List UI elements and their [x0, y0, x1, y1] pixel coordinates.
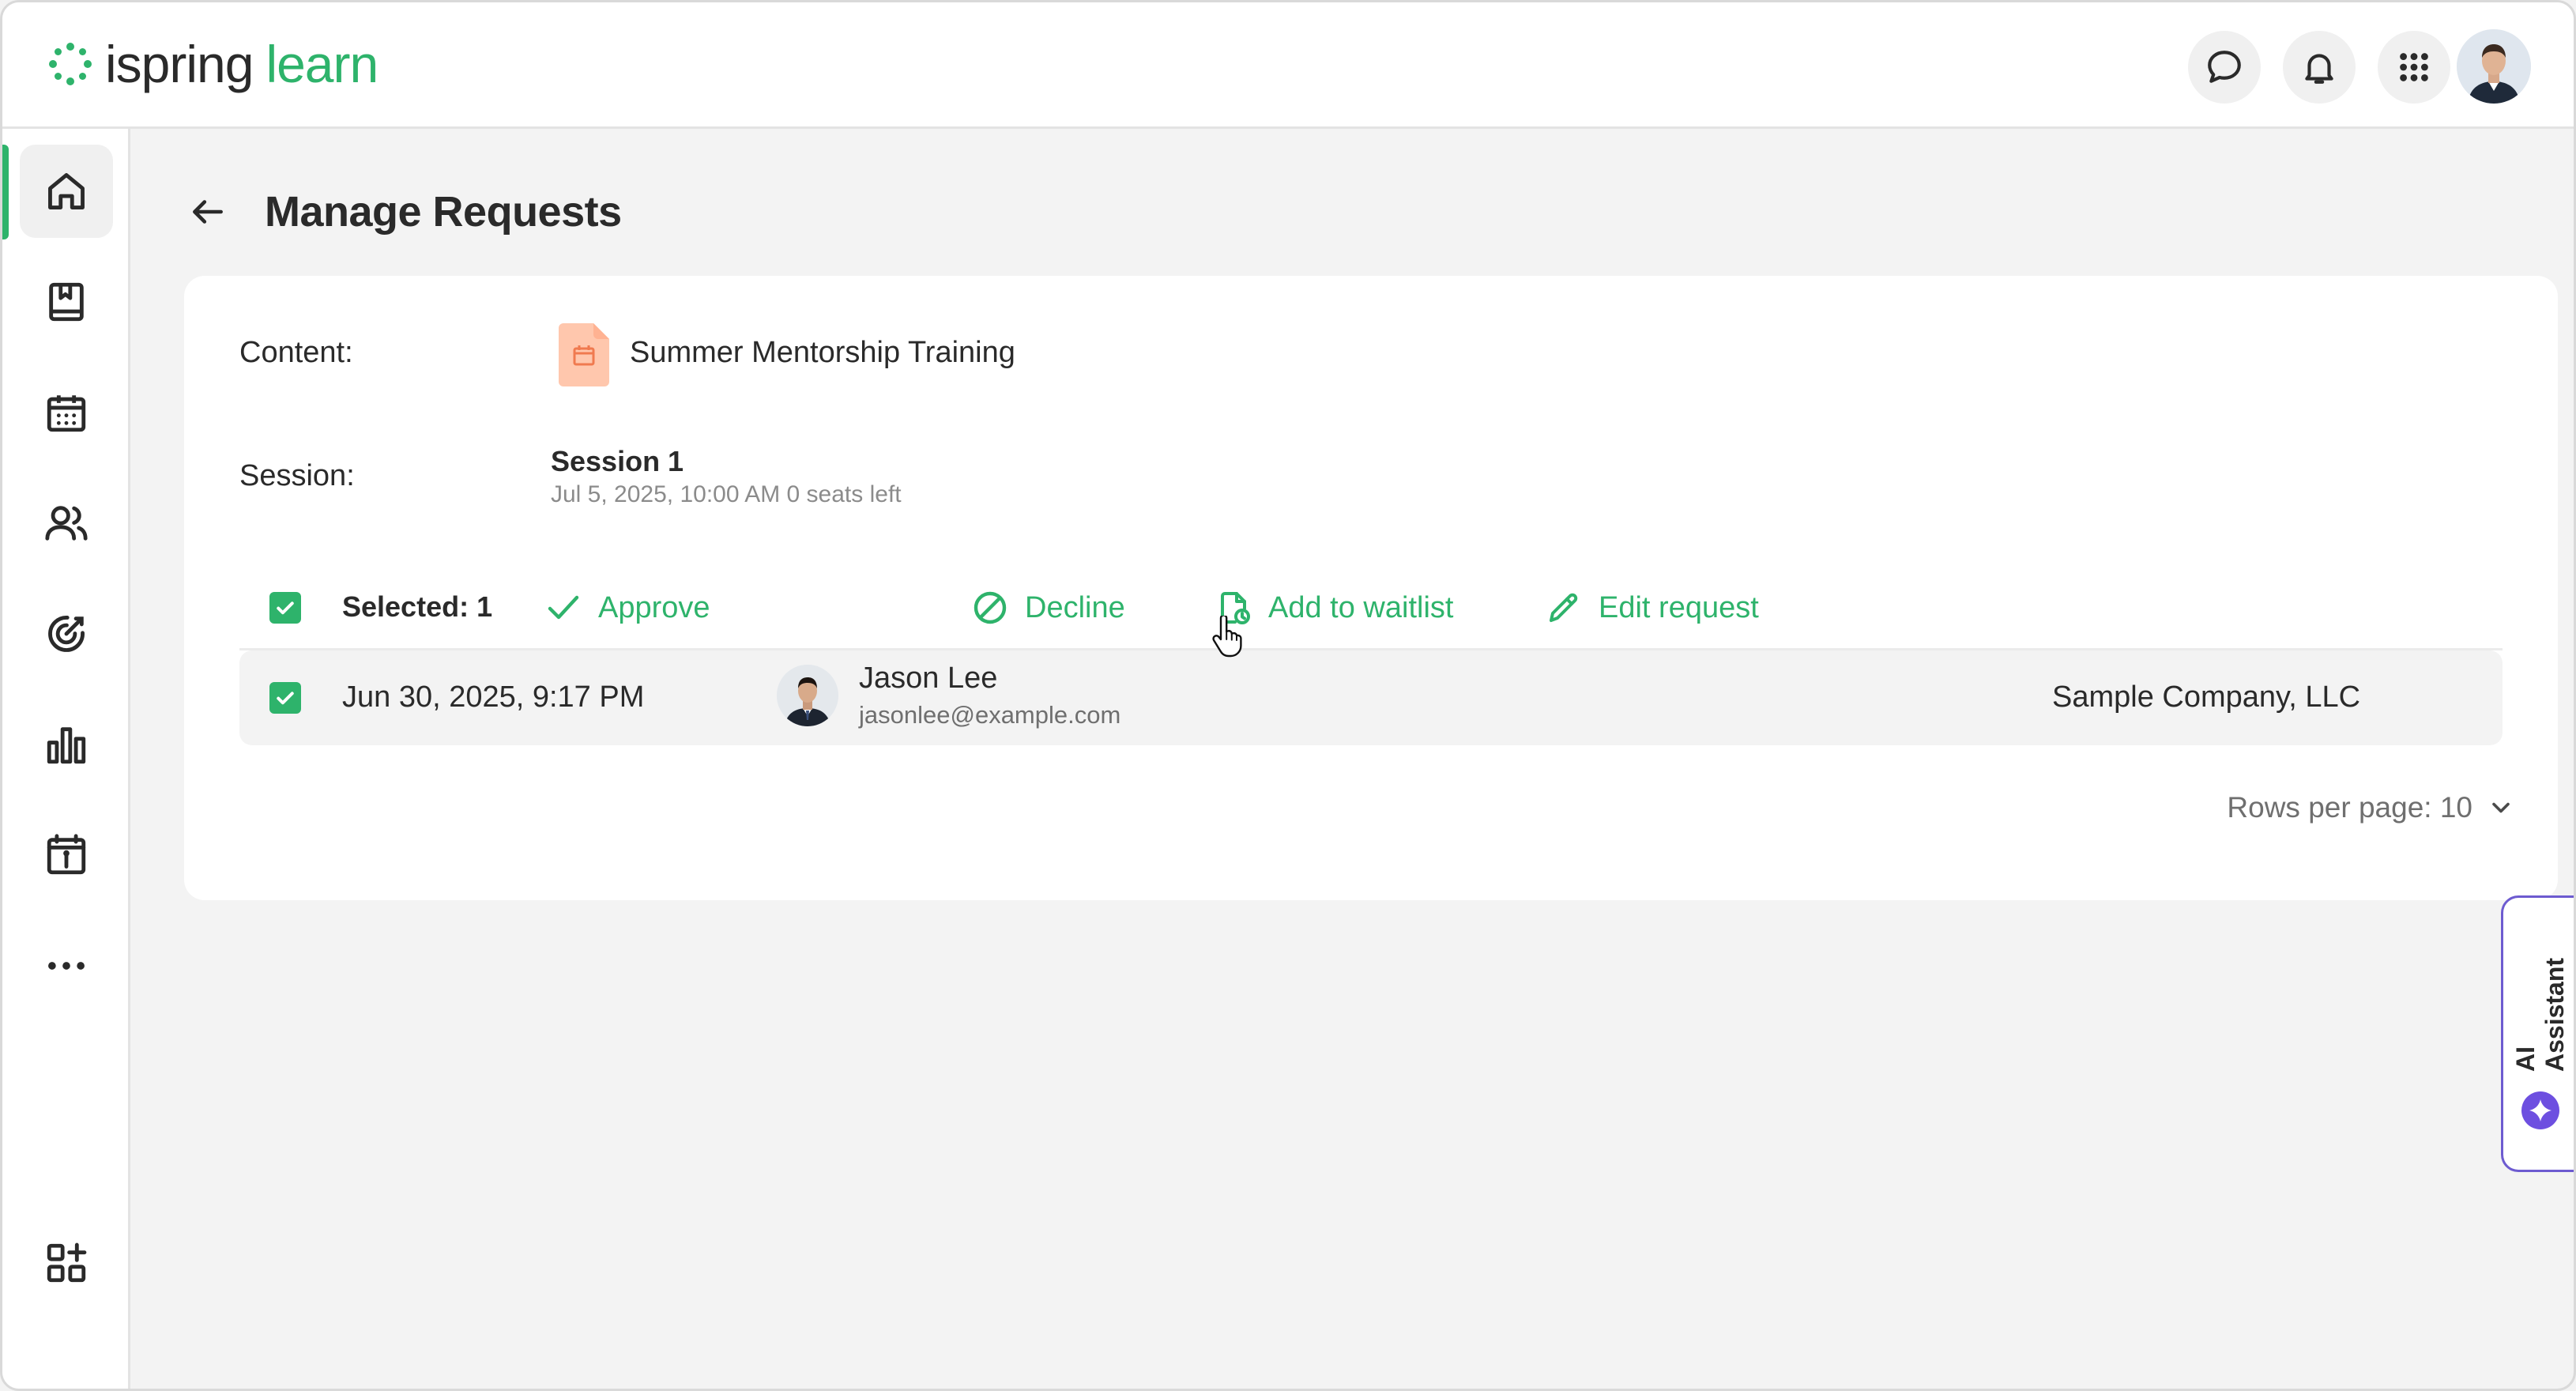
decline-button[interactable]: Decline [971, 584, 1125, 631]
more-icon [48, 962, 85, 970]
approve-button[interactable]: Approve [544, 584, 710, 631]
requester-email: jasonlee@example.com [859, 701, 1121, 729]
selected-count: Selected: 1 [342, 590, 493, 623]
approve-label: Approve [598, 590, 710, 624]
table-row[interactable]: Jun 30, 2025, 9:17 PM Jason Lee jasonlee… [239, 650, 2503, 745]
ai-assistant-label: AI Assistant [2511, 957, 2569, 1072]
notifications-button[interactable] [2283, 31, 2356, 104]
requester-name: Jason Lee [859, 662, 998, 695]
check-icon [277, 692, 294, 705]
page-title: Manage Requests [265, 188, 622, 236]
chevron-down-icon [2492, 802, 2510, 813]
rows-per-page-label: Rows per page: 10 [2227, 791, 2472, 824]
sidebar-item-info[interactable] [20, 809, 113, 902]
messages-button[interactable] [2188, 31, 2261, 104]
sidebar-item-reports[interactable] [20, 698, 113, 791]
apps-button[interactable] [2378, 31, 2450, 104]
top-header: ispring learn [2, 2, 2574, 129]
content-title[interactable]: Summer Mentorship Training [630, 336, 1015, 370]
add-widget-icon [47, 1242, 87, 1283]
user-photo-icon [777, 665, 838, 726]
edit-request-label: Edit request [1599, 590, 1759, 624]
checkmark-icon [548, 595, 579, 620]
app-window: ispring learn Manage Requests Content: S… [0, 0, 2576, 1391]
left-sidebar [2, 129, 130, 1389]
ispring-logo-icon [49, 43, 92, 85]
brand-logo[interactable]: ispring learn [47, 32, 378, 96]
sidebar-item-calendar[interactable] [20, 366, 113, 459]
session-title: Session 1 [551, 445, 684, 477]
bell-icon [2305, 54, 2333, 84]
sidebar-item-more[interactable] [20, 919, 113, 1012]
session-label: Session: [239, 459, 355, 492]
block-icon [974, 591, 1007, 624]
user-photo-icon [2457, 29, 2531, 104]
pencil-icon [1550, 593, 1578, 622]
sidebar-item-library[interactable] [20, 255, 113, 349]
brand-product: learn [266, 35, 378, 93]
book-icon [49, 282, 84, 322]
calendar-icon [47, 395, 86, 432]
requester-company: Sample Company, LLC [2052, 680, 2361, 714]
request-card: Content: Summer Mentorship Training Sess… [184, 276, 2558, 900]
home-icon [48, 173, 85, 209]
session-meta: Jul 5, 2025, 10:00 AM 0 seats left [551, 481, 902, 507]
user-avatar[interactable] [2457, 29, 2531, 104]
content-label: Content: [239, 336, 353, 369]
sidebar-item-goals[interactable] [20, 587, 113, 680]
sidebar-item-add-widget[interactable] [20, 1216, 113, 1310]
check-icon [277, 601, 294, 615]
add-to-waitlist-button[interactable]: Add to waitlist [1215, 584, 1453, 631]
bar-chart-icon [47, 727, 86, 764]
row-checkbox[interactable] [269, 682, 301, 714]
bulk-actions-toolbar: Selected: 1 Approve Decline Add to waitl… [239, 568, 2503, 650]
sidebar-item-home[interactable] [20, 145, 113, 238]
back-button[interactable] [184, 188, 232, 236]
users-icon [45, 506, 88, 541]
chat-icon [2208, 51, 2241, 83]
request-date: Jun 30, 2025, 9:17 PM [342, 680, 645, 714]
hand-cursor-icon [1212, 616, 1242, 658]
ai-assistant-tab[interactable]: AI Assistant [2501, 895, 2574, 1172]
page-header: Manage Requests [184, 180, 622, 243]
arrow-left-icon [193, 200, 223, 224]
active-nav-indicator [2, 145, 9, 239]
add-to-waitlist-label: Add to waitlist [1268, 590, 1454, 624]
brand-name: ispring [105, 35, 254, 93]
edit-request-button[interactable]: Edit request [1545, 584, 1759, 631]
event-file-icon [559, 323, 609, 386]
requester-avatar [777, 665, 838, 726]
sidebar-item-users[interactable] [20, 477, 113, 570]
rows-per-page-select[interactable]: Rows per page: 10 [2227, 791, 2515, 824]
target-icon [48, 616, 85, 652]
sparkle-icon [2521, 1091, 2559, 1129]
apps-grid-icon [2400, 53, 2428, 81]
info-board-icon [47, 834, 86, 875]
select-all-checkbox[interactable] [269, 592, 301, 624]
decline-label: Decline [1025, 590, 1125, 624]
